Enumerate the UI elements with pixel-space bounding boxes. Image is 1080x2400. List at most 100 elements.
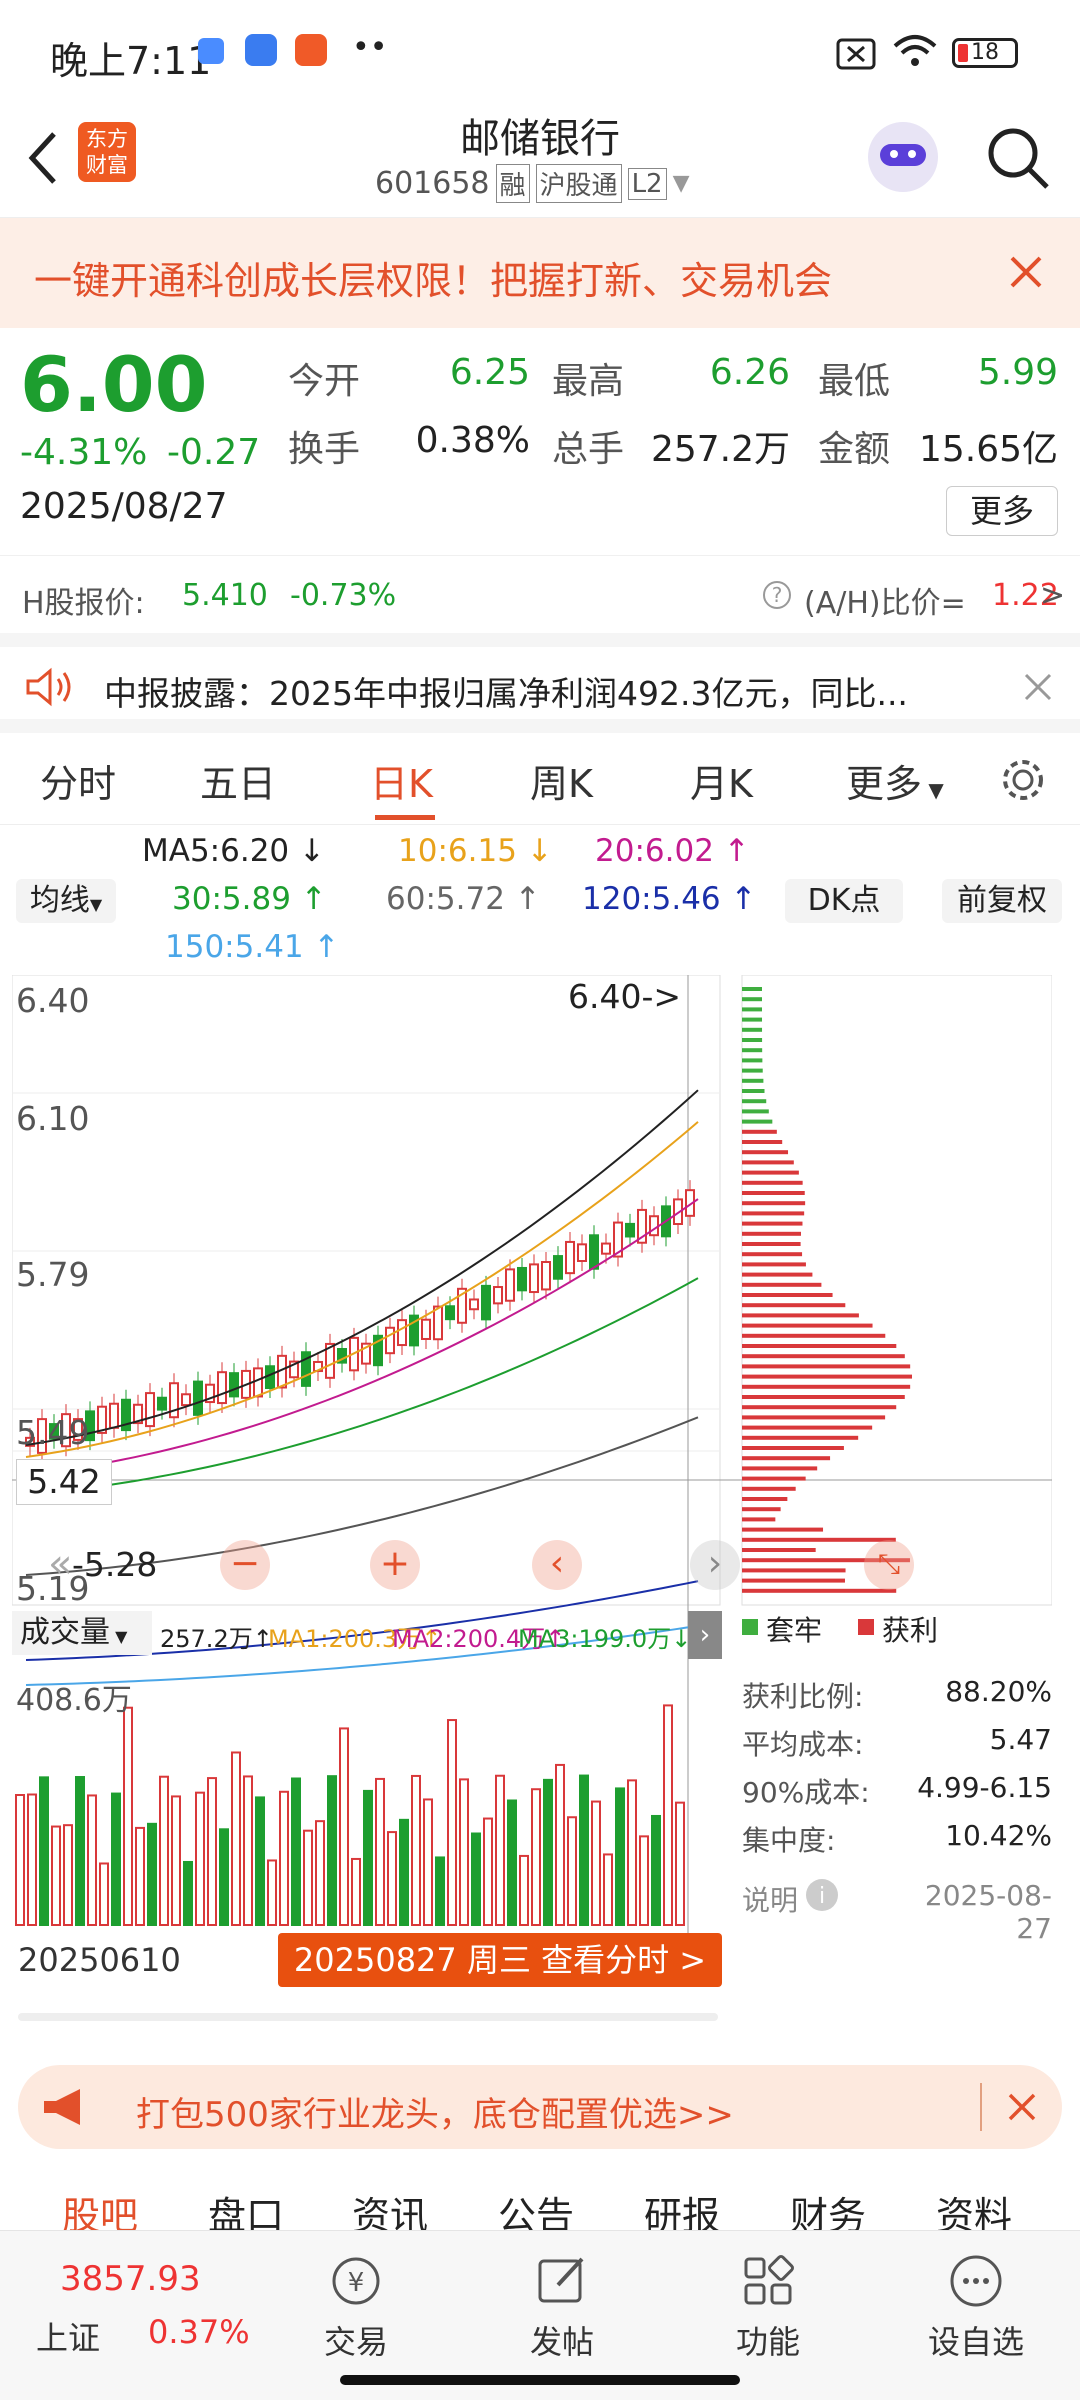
subtab-research[interactable]: 研报 (644, 2185, 720, 2230)
high-value: 6.26 (660, 352, 790, 393)
subtab-news[interactable]: 资讯 (352, 2185, 428, 2230)
chip-bar (742, 1201, 805, 1205)
info-icon[interactable]: i (804, 1877, 840, 1913)
dk-point-button[interactable]: DK点 (785, 879, 903, 923)
close-icon[interactable] (1008, 254, 1044, 290)
chip-note-label[interactable]: 说明 (742, 1879, 798, 1919)
promo-text[interactable]: 一键开通科创成长层权限！把握打新、交易机会 (34, 250, 832, 305)
volume-bar (88, 1795, 96, 1925)
banner-text[interactable]: 打包500家行业龙头，底仓配置优选>> (136, 2087, 734, 2136)
close-icon[interactable] (1006, 2091, 1038, 2123)
trade-button[interactable]: ¥ 交易 (286, 2251, 426, 2363)
trade-icon: ¥ (326, 2251, 386, 2311)
volume-bar (652, 1816, 660, 1925)
candle-body (530, 1264, 538, 1292)
more-quote-button[interactable]: 更多 (946, 486, 1058, 536)
ad-banner[interactable]: 打包500家行业龙头，底仓配置优选>> (18, 2065, 1062, 2149)
chip-bar (742, 1466, 817, 1470)
scroll-left-icon[interactable]: « (48, 1541, 72, 1587)
expand-chip-button[interactable]: ⤡ (864, 1540, 914, 1590)
zoom-in-button[interactable]: + (370, 1540, 420, 1590)
chip-bar (742, 1069, 763, 1073)
candle-body (494, 1287, 502, 1303)
chip-bar (742, 1109, 769, 1113)
zoom-out-button[interactable]: − (220, 1540, 270, 1590)
svg-text:?: ? (772, 583, 783, 607)
subtab-guba[interactable]: 股吧 (62, 2185, 138, 2230)
help-icon[interactable]: ? (762, 580, 792, 610)
report-notice[interactable]: 中报披露：2025年中报归属净利润492.3亿元，同比... (0, 633, 1080, 733)
h-share-row[interactable]: H股报价: 5.410 -0.73% ? (A/H)比价= 1.22 > (0, 555, 1080, 633)
chip-stat-label: 平均成本: (742, 1723, 863, 1763)
edit-icon (532, 2251, 592, 2311)
low-value: 5.99 (930, 352, 1058, 393)
chip-bar (742, 1303, 845, 1307)
robot-assistant-icon[interactable] (868, 122, 938, 192)
app-notification-icon (198, 38, 224, 64)
more-dots-icon: •• (352, 30, 387, 65)
price-adjust-button[interactable]: 前复权 (942, 879, 1062, 923)
close-icon[interactable] (1022, 671, 1054, 703)
chip-bar (742, 1028, 762, 1032)
add-watchlist-button[interactable]: 设自选 (906, 2251, 1046, 2363)
subtab-profile[interactable]: 资料 (936, 2185, 1012, 2230)
index-quote[interactable]: 3857.93 (60, 2259, 201, 2299)
volume-bar (160, 1777, 168, 1925)
amount-value: 15.65亿 (900, 420, 1058, 472)
h-share-pct: -0.73% (290, 578, 396, 613)
candle-body (602, 1244, 610, 1254)
app-notification-icon (295, 34, 327, 66)
chip-bar (742, 1313, 859, 1317)
tab-five-day[interactable]: 五日 (200, 753, 276, 808)
settings-gear-icon[interactable] (998, 755, 1048, 805)
chip-bar (742, 1232, 801, 1236)
chevron-down-icon[interactable]: ▼ (673, 171, 690, 196)
tab-more[interactable]: 更多 ▼ (846, 753, 944, 808)
volume-indicator-select[interactable]: 成交量 ▼ (12, 1611, 152, 1655)
search-icon[interactable] (985, 125, 1051, 191)
notice-text[interactable]: 中报披露：2025年中报归属净利润492.3亿元，同比... (104, 667, 908, 715)
timeline-scrollbar[interactable] (18, 2013, 718, 2021)
subtab-pankou[interactable]: 盘口 (208, 2185, 284, 2230)
grid-icon (738, 2251, 798, 2311)
crosshair-price-tag: 5.42 (16, 1459, 112, 1505)
volume-bar (52, 1827, 60, 1925)
speaker-icon (24, 667, 76, 707)
ma60-value: 60:5.72 ↑ (386, 881, 541, 917)
tab-intraday[interactable]: 分时 (40, 753, 116, 808)
step-right-button[interactable]: › (690, 1540, 740, 1590)
volume-bar (364, 1791, 372, 1925)
chip-date: 2025-08-27 (892, 1879, 1052, 1945)
promo-bar[interactable]: 一键开通科创成长层权限！把握打新、交易机会 (0, 218, 1080, 328)
volume-bar (316, 1821, 324, 1925)
change-amount: -0.27 (167, 432, 260, 473)
volume-bar (556, 1765, 564, 1925)
volume-bar (436, 1857, 444, 1925)
chip-bar (742, 1487, 796, 1491)
volume-bar (460, 1779, 468, 1925)
function-button[interactable]: 功能 (698, 2251, 838, 2363)
chip-bar (742, 1354, 905, 1358)
chevron-right-icon[interactable]: > (1040, 578, 1065, 613)
indicator-mode-select[interactable]: 均线▼ (16, 879, 116, 923)
view-intraday-button[interactable]: 20250827 周三 查看分时 > (278, 1933, 722, 1987)
kline-svg[interactable] (12, 975, 1052, 2005)
subtab-finance[interactable]: 财务 (790, 2185, 866, 2230)
chip-bar (742, 1242, 801, 1246)
post-button[interactable]: 发帖 (492, 2251, 632, 2363)
chip-bar (742, 1018, 762, 1022)
subtab-announcement[interactable]: 公告 (498, 2185, 574, 2230)
expand-indicator-button[interactable]: › (688, 1611, 722, 1659)
trade-label: 交易 (324, 2323, 388, 2361)
chip-bar (742, 1364, 910, 1368)
tab-monthly-k[interactable]: 月K (690, 753, 753, 808)
candle-body (254, 1368, 262, 1396)
chip-bar (742, 1007, 762, 1011)
kline-chart-area[interactable]: 6.40 6.10 5.79 5.49 5.19 5.42 6.40-> -5.… (12, 975, 1052, 2005)
tab-daily-k[interactable]: 日K (370, 753, 433, 808)
step-left-button[interactable]: ‹ (532, 1540, 582, 1590)
candle-body (578, 1244, 586, 1261)
chip-bar (742, 1099, 766, 1103)
chip-bar (742, 1548, 816, 1552)
tab-weekly-k[interactable]: 周K (530, 753, 593, 808)
